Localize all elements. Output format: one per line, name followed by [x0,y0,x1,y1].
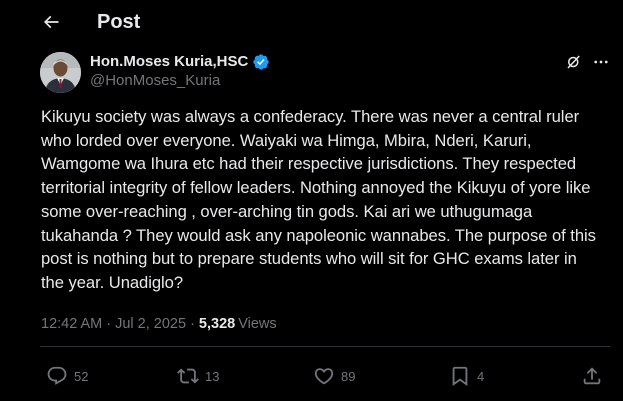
meta-separator: · [106,316,112,332]
avatar[interactable] [40,52,81,93]
page-title: Post [97,11,141,33]
post-meta: 12:42 AM · Jul 2, 2025 · 5,328 Views [41,314,277,334]
bookmark-button[interactable]: 4 [449,363,484,389]
more-icon [594,60,608,64]
back-button[interactable] [38,9,64,35]
post-date[interactable]: Jul 2, 2025 [115,314,186,334]
reply-button[interactable]: 52 [46,363,88,389]
reply-count: 52 [74,368,89,384]
grok-button[interactable] [563,51,585,73]
heart-icon [314,368,334,385]
divider [40,346,610,347]
share-button[interactable] [581,363,603,389]
post-time[interactable]: 12:42 AM [41,314,102,334]
action-bar: 52 13 89 4 [40,363,610,389]
bookmark-count: 4 [477,368,485,384]
views-label: Views [238,316,277,332]
share-icon [583,367,601,385]
author-display-name[interactable]: Hon.Moses Kuria,HSC [90,53,248,71]
name-row: Hon.Moses Kuria,HSC [90,53,270,71]
post-text: Kikuyu society was always a confederacy.… [41,107,596,292]
repost-icon [177,368,199,384]
views-count[interactable]: 5,328 [199,314,235,334]
reply-icon [47,366,67,385]
meta-separator-2: · [190,316,195,332]
post-author: Hon.Moses Kuria,HSC @HonMoses_Kuria [40,50,623,94]
grok-icon [567,55,580,69]
like-count: 89 [341,368,356,384]
repost-count: 13 [205,368,220,384]
bookmark-icon [452,366,468,387]
repost-button[interactable]: 13 [177,363,219,389]
top-bar: Post [0,0,623,44]
verified-badge-icon[interactable] [252,53,270,71]
like-button[interactable]: 89 [313,363,355,389]
more-options-button[interactable] [590,51,612,73]
author-handle[interactable]: @HonMoses_Kuria [90,72,220,90]
arrow-left-icon [43,15,59,29]
